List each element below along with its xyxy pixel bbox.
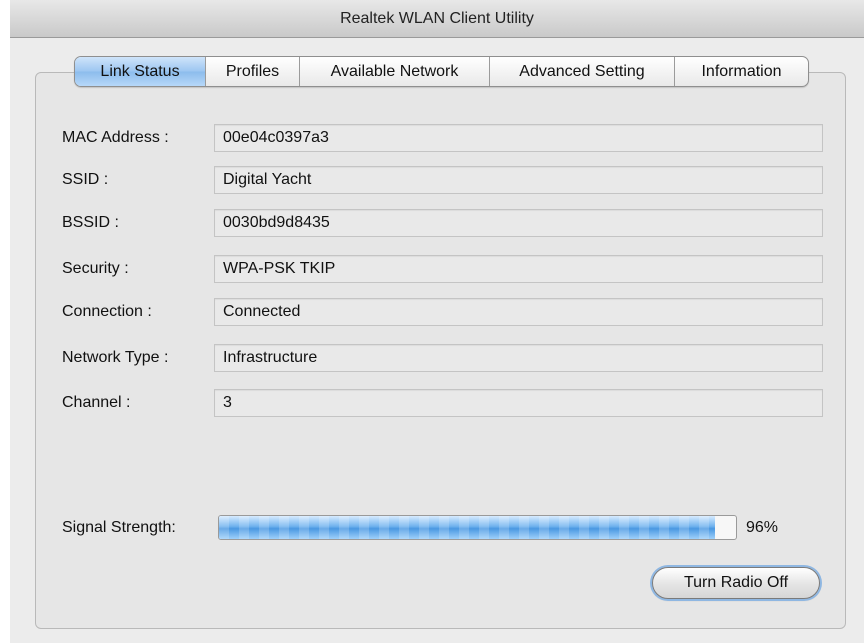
title-bar[interactable]: Realtek WLAN Client Utility xyxy=(10,0,864,38)
app-window: Realtek WLAN Client Utility Link Status … xyxy=(0,0,864,643)
channel-label: Channel : xyxy=(62,394,131,411)
window-edge xyxy=(0,0,10,643)
tab-bar: Link Status Profiles Available Network A… xyxy=(74,56,809,87)
signal-strength-bar xyxy=(218,515,737,540)
security-value: WPA-PSK TKIP xyxy=(214,255,823,283)
network-type-value: Infrastructure xyxy=(214,344,823,372)
connection-label: Connection : xyxy=(62,303,152,320)
bssid-label: BSSID : xyxy=(62,214,119,231)
connection-value: Connected xyxy=(214,298,823,326)
signal-strength-percent: 96% xyxy=(746,519,779,536)
ssid-value: Digital Yacht xyxy=(214,166,823,194)
tab-information[interactable]: Information xyxy=(674,57,808,86)
mac-address-label: MAC Address : xyxy=(62,129,169,146)
tab-advanced-setting[interactable]: Advanced Setting xyxy=(489,57,674,86)
ssid-label: SSID : xyxy=(62,171,109,188)
tab-available-network[interactable]: Available Network xyxy=(299,57,489,86)
signal-strength-fill xyxy=(219,516,716,539)
network-type-label: Network Type : xyxy=(62,349,169,366)
mac-address-value: 00e04c0397a3 xyxy=(214,124,823,152)
security-label: Security : xyxy=(62,260,129,277)
tab-link-status[interactable]: Link Status xyxy=(75,57,205,86)
bssid-value: 0030bd9d8435 xyxy=(214,209,823,237)
channel-value: 3 xyxy=(214,389,823,417)
tab-profiles[interactable]: Profiles xyxy=(205,57,299,86)
window-title: Realtek WLAN Client Utility xyxy=(340,10,534,27)
signal-strength-label: Signal Strength: xyxy=(62,519,176,536)
turn-radio-off-button[interactable]: Turn Radio Off xyxy=(652,567,820,599)
